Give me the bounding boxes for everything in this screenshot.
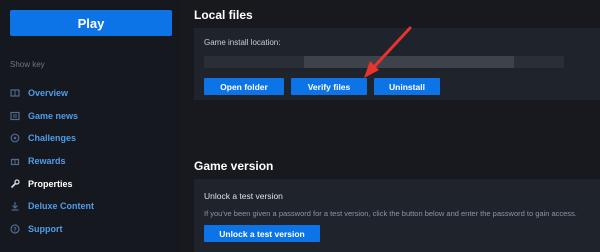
sidebar-item-label: Properties [28, 178, 73, 189]
sidebar-item-label: Challenges [28, 133, 77, 144]
game-version-title: Game version [194, 159, 274, 173]
unlock-heading: Unlock a test version [204, 191, 283, 201]
sidebar-item-label: Rewards [28, 156, 66, 167]
sidebar-item-label: Overview [28, 88, 69, 99]
open-folder-button[interactable]: Open folder [204, 78, 284, 95]
target-icon [10, 133, 20, 143]
gift-icon [10, 156, 20, 166]
unlock-test-version-button[interactable]: Unlock a test version [204, 225, 320, 242]
wrench-icon [10, 179, 20, 189]
local-files-title: Local files [194, 8, 253, 22]
svg-text:?: ? [13, 226, 17, 233]
sidebar-nav: Overview Game news Challenges Rewards Pr… [0, 82, 180, 240]
uninstall-button[interactable]: Uninstall [374, 78, 440, 95]
sidebar-item-challenges[interactable]: Challenges [0, 127, 180, 150]
game-version-panel: Unlock a test version If you've been giv… [194, 179, 600, 252]
install-path-redacted [304, 56, 514, 68]
app-window: Play Show key Overview Game news Challen… [0, 0, 600, 252]
show-key-link[interactable]: Show key [10, 60, 45, 69]
install-path-field [204, 56, 564, 68]
book-icon [10, 88, 20, 98]
sidebar: Play Show key Overview Game news Challen… [0, 0, 180, 252]
help-icon: ? [10, 224, 20, 234]
local-files-panel: Game install location: Open folder Verif… [194, 28, 600, 100]
verify-files-button[interactable]: Verify files [291, 78, 367, 95]
download-icon [10, 201, 20, 211]
sidebar-item-support[interactable]: ? Support [0, 218, 180, 241]
sidebar-item-rewards[interactable]: Rewards [0, 150, 180, 173]
sidebar-item-properties[interactable]: Properties [0, 172, 180, 195]
sidebar-item-label: Deluxe Content [28, 201, 95, 212]
unlock-help-text: If you've been given a password for a te… [204, 209, 577, 218]
sidebar-item-deluxe-content[interactable]: Deluxe Content [0, 195, 180, 218]
sidebar-item-game-news[interactable]: Game news [0, 105, 180, 128]
sidebar-item-label: Game news [28, 110, 79, 121]
sidebar-item-overview[interactable]: Overview [0, 82, 180, 105]
play-button[interactable]: Play [10, 10, 172, 36]
install-location-label: Game install location: [204, 38, 281, 47]
sidebar-item-label: Support [28, 223, 63, 234]
main-content: Local files Game install location: Open … [180, 0, 600, 252]
news-icon [10, 111, 20, 121]
